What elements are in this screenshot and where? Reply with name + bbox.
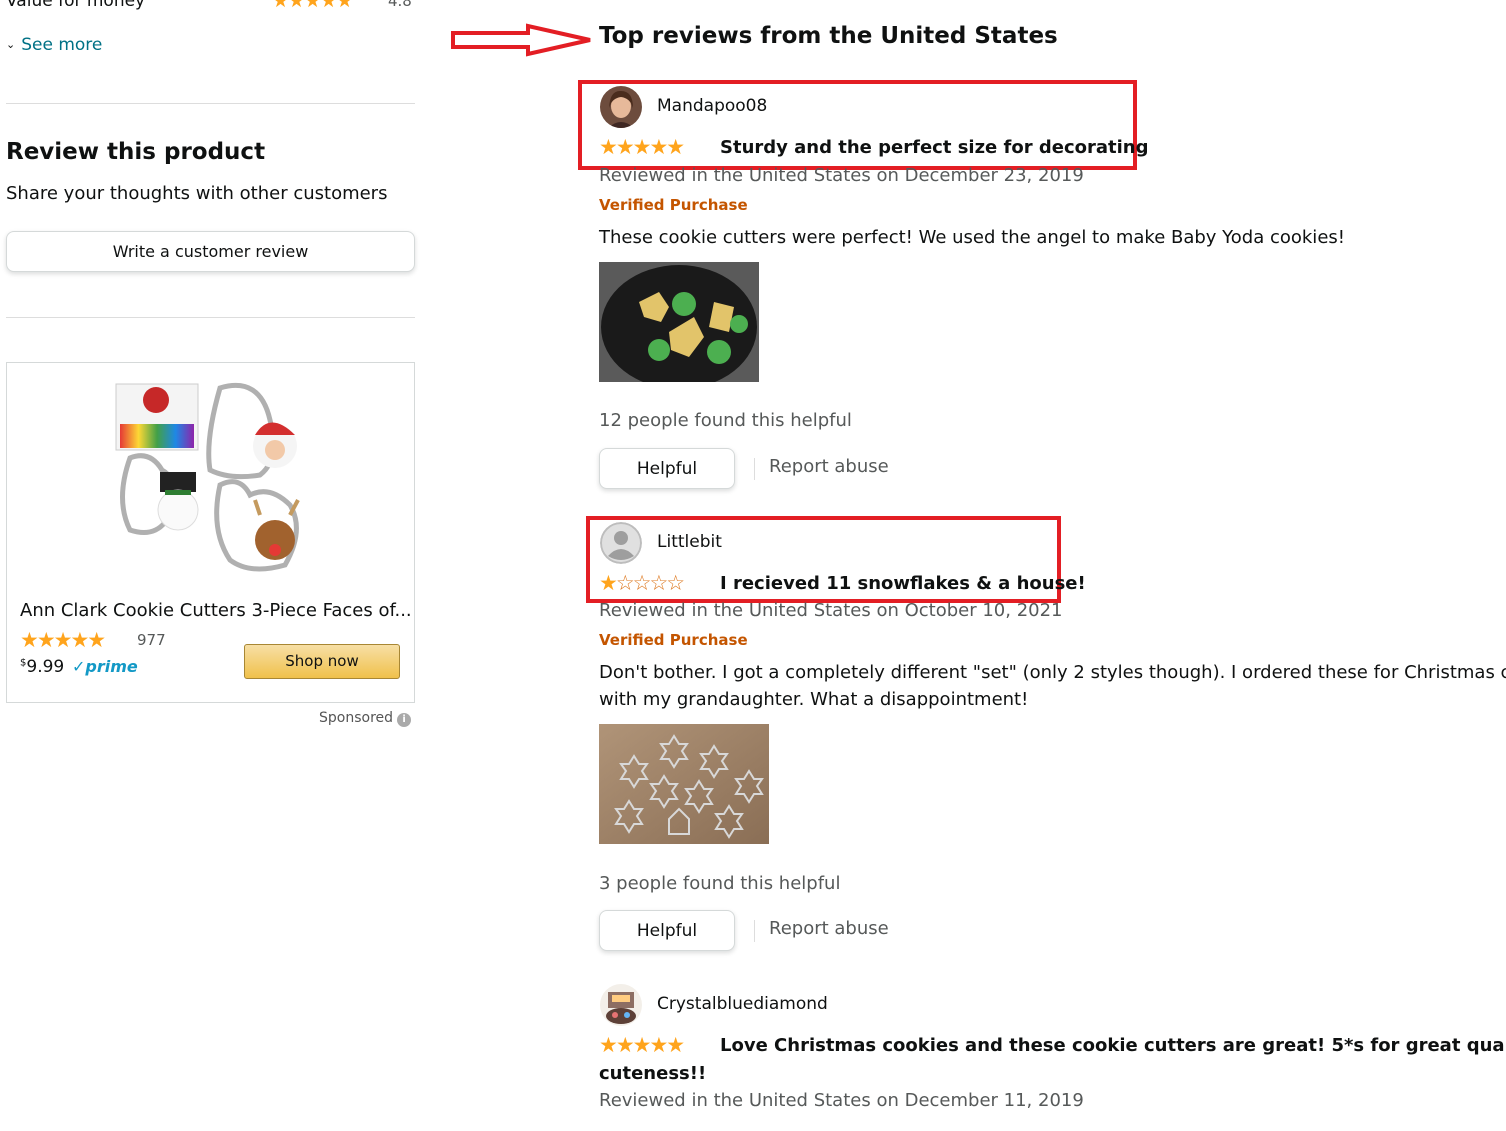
divider <box>6 317 415 318</box>
review-title[interactable]: Love Christmas cookies and these cookie … <box>720 1035 1506 1056</box>
price-value: 9.99 <box>26 657 65 677</box>
sponsored-label[interactable]: Sponsored i <box>319 710 412 727</box>
chevron-down-icon: ⌄ <box>6 38 16 51</box>
verified-purchase-badge[interactable]: Verified Purchase <box>599 196 748 214</box>
review-photo[interactable] <box>599 724 769 844</box>
report-abuse-link[interactable]: Report abuse <box>769 918 889 939</box>
star-empty-icon: ☆☆☆☆ <box>615 571 685 595</box>
verified-purchase-badge[interactable]: Verified Purchase <box>599 631 748 649</box>
prime-badge: ✓prime <box>72 657 138 676</box>
review-rating-stars[interactable]: ★★★★★ <box>599 1033 685 1057</box>
helpful-count: 12 people found this helpful <box>599 410 852 431</box>
review-rating-stars[interactable]: ★★★★★ <box>599 135 685 159</box>
shop-now-button[interactable]: Shop now <box>244 644 400 679</box>
helpful-button[interactable]: Helpful <box>599 910 735 951</box>
ad-product-image[interactable] <box>110 380 310 580</box>
top-reviews-heading: Top reviews from the United States <box>599 23 1058 49</box>
review-body: Don't bother. I got a completely differe… <box>599 659 1506 713</box>
info-icon[interactable]: i <box>397 713 412 727</box>
reviewer-avatar[interactable] <box>600 984 642 1026</box>
review-title[interactable]: I recieved 11 snowflakes & a house! <box>720 573 1086 594</box>
reviewer-avatar[interactable] <box>600 86 642 128</box>
divider <box>6 103 415 104</box>
star-filled-icon: ★ <box>599 571 618 595</box>
annotation-arrow-icon <box>450 23 595 63</box>
write-review-button[interactable]: Write a customer review <box>6 231 415 272</box>
ad-price: $9.99 <box>20 657 64 677</box>
review-body: These cookie cutters were perfect! We us… <box>599 227 1345 248</box>
rating-category-value: 4.8 <box>388 0 412 10</box>
review-date: Reviewed in the United States on Decembe… <box>599 165 1084 186</box>
ad-product-title[interactable]: Ann Clark Cookie Cutters 3-Piece Faces o… <box>20 600 412 621</box>
review-date: Reviewed in the United States on October… <box>599 600 1063 621</box>
review-body-line: Don't bother. I got a completely differe… <box>599 662 1506 683</box>
review-body-line: with my grandaughter. What a disappointm… <box>599 689 1029 710</box>
review-photo[interactable] <box>599 262 759 389</box>
sponsored-text: Sponsored <box>319 710 394 726</box>
reviewer-name[interactable]: Crystalbluediamond <box>657 994 828 1014</box>
reviewer-name[interactable]: Littlebit <box>657 532 722 552</box>
helpful-count: 3 people found this helpful <box>599 873 841 894</box>
divider <box>754 920 755 942</box>
report-abuse-link[interactable]: Report abuse <box>769 456 889 477</box>
reviewer-name[interactable]: Mandapoo08 <box>657 96 767 116</box>
divider <box>754 458 755 480</box>
see-more-link[interactable]: ⌄ See more <box>6 35 102 55</box>
rating-category-label: Value for money <box>6 0 146 11</box>
review-title[interactable]: Sturdy and the perfect size for decorati… <box>720 137 1149 158</box>
review-date: Reviewed in the United States on Decembe… <box>599 1090 1084 1111</box>
review-title-continued[interactable]: cuteness!! <box>599 1063 706 1084</box>
helpful-button[interactable]: Helpful <box>599 448 735 489</box>
review-product-subtitle: Share your thoughts with other customers <box>6 183 388 204</box>
review-product-heading: Review this product <box>6 139 266 165</box>
review-rating-stars[interactable]: ★☆☆☆☆ <box>599 571 685 595</box>
ad-rating-stars[interactable]: ★★★★★ <box>20 628 106 652</box>
see-more-label: See more <box>21 35 103 55</box>
ad-rating-count[interactable]: 977 <box>137 631 166 649</box>
reviewer-avatar-default-icon[interactable] <box>600 522 642 564</box>
rating-category-stars: ★★★★★ <box>272 0 353 12</box>
